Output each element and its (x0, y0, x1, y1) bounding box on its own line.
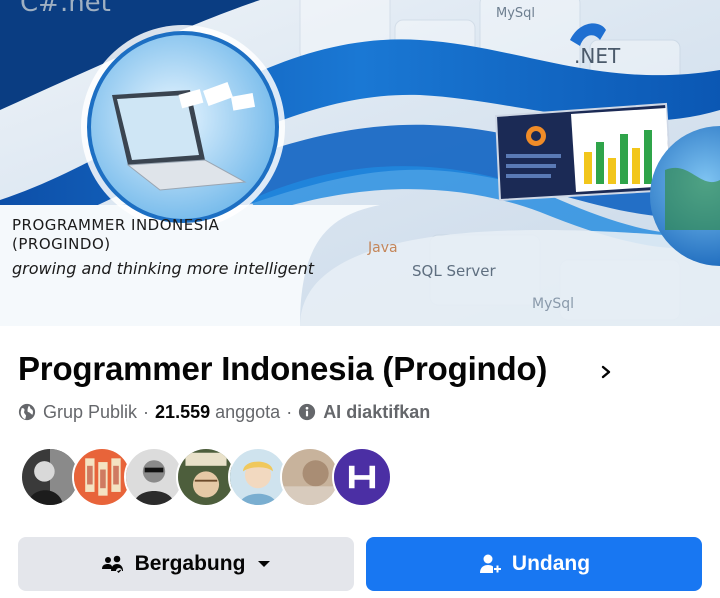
cover-bg-word: C#.net (20, 0, 111, 18)
add-person-icon (479, 554, 501, 573)
chevron-right-icon[interactable] (598, 361, 614, 383)
avatar[interactable] (228, 447, 288, 507)
member-count: 21.559 (155, 401, 211, 422)
caret-down-icon (258, 561, 271, 567)
cover-tagline: growing and thinking more intelligent (12, 259, 315, 278)
cover-title: PROGRAMMER INDONESIA (PROGINDO) (12, 216, 252, 254)
cover-bg-word: SQL Server (412, 262, 496, 280)
privacy-label: Grup Publik (43, 401, 138, 422)
avatar[interactable] (280, 447, 340, 507)
cover-title-line-2: (PROGINDO) (12, 235, 111, 253)
group-name[interactable]: Programmer Indonesia (Progindo) (18, 350, 547, 388)
member-avatars[interactable] (20, 447, 400, 509)
join-button-label: Bergabung (134, 552, 246, 575)
avatar[interactable] (332, 447, 392, 507)
cover-bg-word: MySql (496, 6, 536, 21)
cover-bg-word: .NET (574, 44, 621, 68)
avatar[interactable] (176, 447, 236, 507)
cover-title-line-1: PROGRAMMER INDONESIA (12, 216, 220, 234)
meta-separator: · (143, 401, 150, 422)
avatar[interactable] (124, 447, 184, 507)
group-icon (101, 555, 123, 574)
cover-bg-word: Java (368, 240, 398, 256)
member-label: anggota (215, 401, 281, 422)
meta-separator: · (286, 401, 293, 422)
avatar[interactable] (20, 447, 80, 507)
group-meta: Grup Publik · 21.559 anggota · AI diakti… (18, 400, 430, 424)
invite-button-label: Undang (511, 552, 591, 575)
invite-button[interactable]: Undang (366, 537, 702, 591)
join-group-button[interactable]: Bergabung (18, 537, 354, 591)
globe-icon (18, 403, 36, 421)
ai-status[interactable]: AI diaktifkan (323, 402, 430, 423)
cover-bg-word: MySql (532, 296, 575, 312)
group-cover-photo[interactable]: C#.net MySql .NET Java SQL Server MySql … (0, 0, 720, 326)
info-icon[interactable] (298, 403, 316, 421)
avatar[interactable] (72, 447, 132, 507)
